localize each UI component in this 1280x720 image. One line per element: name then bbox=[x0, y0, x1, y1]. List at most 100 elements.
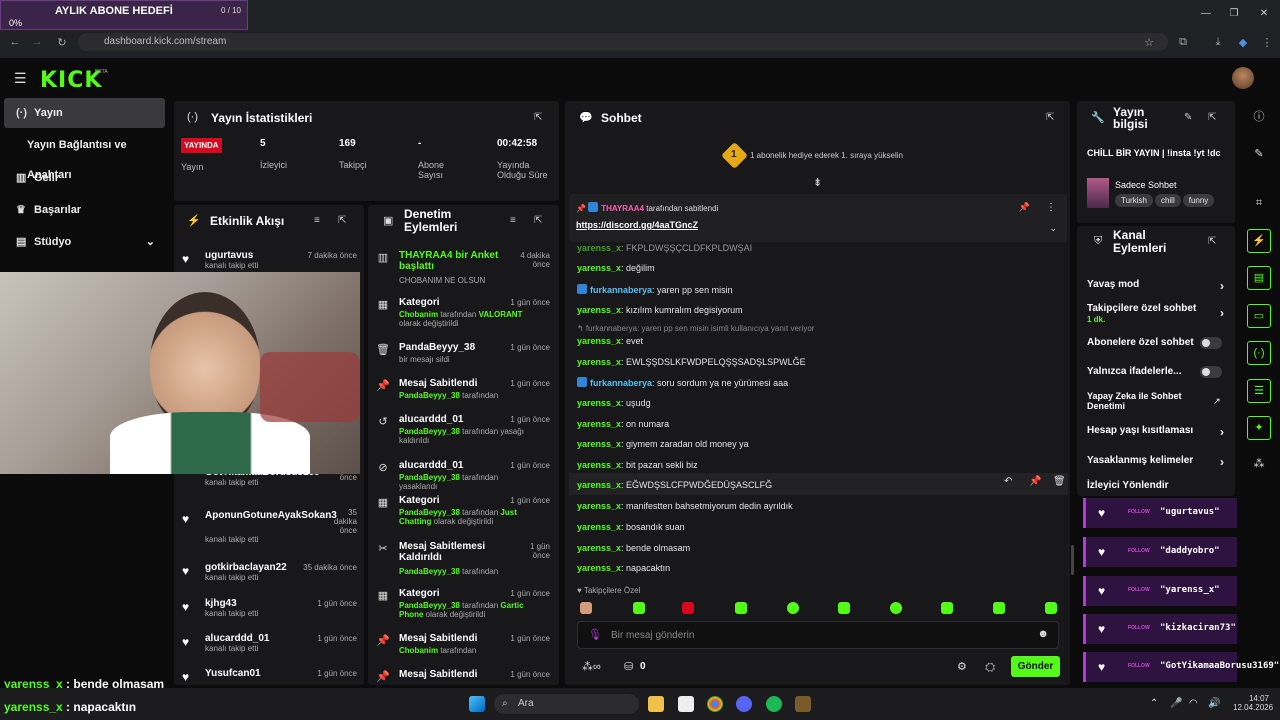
chevron-down-icon[interactable]: ⇟ bbox=[813, 176, 822, 189]
toggle-switch[interactable] bbox=[1200, 337, 1222, 349]
stream-category[interactable]: Sadece Sohbet bbox=[1115, 180, 1177, 190]
notepad-icon[interactable] bbox=[678, 696, 694, 712]
address-bar[interactable]: dashboard.kick.com/stream bbox=[78, 33, 1168, 51]
expand-icon[interactable]: ⇱ bbox=[534, 112, 542, 123]
chat-user[interactable]: yarenss_x bbox=[577, 305, 621, 315]
mod-item-title[interactable]: alucarddd_01 bbox=[399, 460, 509, 471]
mic-icon[interactable]: 🎙 bbox=[588, 628, 602, 641]
emoji-icon[interactable]: ☻ bbox=[1037, 628, 1049, 640]
mic-icon[interactable]: 🎤 bbox=[1170, 698, 1182, 709]
chat-user[interactable]: yarenss_x bbox=[577, 439, 621, 449]
discord-icon[interactable] bbox=[736, 696, 752, 712]
broadcast-icon[interactable]: (·) bbox=[1247, 341, 1271, 365]
screenshot-icon[interactable]: ⌗ bbox=[1247, 192, 1271, 216]
points-icon[interactable]: ⛁ bbox=[624, 660, 633, 673]
chrome-icon[interactable] bbox=[707, 696, 723, 712]
chat-user[interactable]: yarenss_x bbox=[577, 263, 621, 273]
mod-actor[interactable]: PandaBeyyy_38 bbox=[399, 601, 460, 610]
back-icon[interactable]: ← bbox=[8, 36, 22, 48]
action-emote-only[interactable]: Yalnızca ifadelerle... bbox=[1087, 366, 1232, 378]
extensions-icon[interactable]: ⧉ bbox=[1176, 36, 1190, 49]
sidebar-item-gelir[interactable]: ▥ Gelir bbox=[4, 163, 165, 193]
chat-user[interactable]: furkannaberya bbox=[590, 285, 652, 295]
send-button[interactable]: Gönder bbox=[1011, 656, 1060, 677]
toggle-switch[interactable] bbox=[1200, 366, 1222, 378]
forward-icon[interactable]: → bbox=[30, 36, 44, 48]
chat-user[interactable]: yarenss_x bbox=[577, 563, 621, 573]
emote-icon[interactable] bbox=[838, 602, 850, 614]
pin-icon[interactable]: 📌 bbox=[1029, 476, 1041, 487]
users-icon[interactable]: ⁂∞ bbox=[582, 660, 601, 673]
emote-icon[interactable] bbox=[787, 602, 799, 614]
bot-icon[interactable]: ⛭ bbox=[985, 659, 995, 675]
maximize-icon[interactable]: ❐ bbox=[1224, 8, 1244, 20]
expand-icon[interactable]: ⇱ bbox=[1046, 112, 1054, 123]
sidebar-item-studyo[interactable]: ▤ Stüdyo ⌄ bbox=[4, 227, 165, 257]
expand-icon[interactable]: ⇱ bbox=[1208, 112, 1216, 123]
unpin-icon[interactable]: 📌 bbox=[1019, 202, 1030, 213]
info-icon[interactable]: ⓘ bbox=[1247, 106, 1271, 130]
sidebar-item-stream-key[interactable]: Yayın Bağlantısı ve Anahtarı bbox=[4, 130, 165, 181]
file-explorer-icon[interactable] bbox=[648, 696, 664, 712]
edit-icon[interactable]: ✎ bbox=[1184, 112, 1192, 123]
expand-icon[interactable]: ⇱ bbox=[338, 215, 346, 226]
minecraft-icon[interactable] bbox=[795, 696, 811, 712]
tag[interactable]: Turkish bbox=[1115, 194, 1153, 207]
clock[interactable]: 14:07 12.04.2026 bbox=[1233, 694, 1273, 712]
sidebar-item-yayin[interactable]: (·) Yayın bbox=[4, 98, 165, 128]
chat-user[interactable]: yarenss_x bbox=[577, 543, 621, 553]
action-account-age[interactable]: Hesap yaşı kısıtlaması › bbox=[1087, 425, 1232, 439]
expand-icon[interactable]: ⇱ bbox=[534, 215, 542, 226]
gift-banner[interactable]: 1 abonelik hediye ederek 1. sıraya yükse… bbox=[750, 151, 903, 160]
pinned-by-user[interactable]: THAYRAA4 bbox=[601, 204, 644, 213]
chat-user[interactable]: yarenss_x bbox=[577, 398, 621, 408]
trash-icon[interactable]: 🗑 bbox=[1053, 476, 1066, 487]
mod-actor[interactable]: PandaBeyyy_38 bbox=[399, 391, 460, 400]
close-window-icon[interactable]: ✕ bbox=[1254, 8, 1274, 20]
emote-icon[interactable] bbox=[890, 602, 902, 614]
mod-actor[interactable]: PandaBeyyy_38 bbox=[399, 473, 460, 482]
chat-user[interactable]: yarenss_x bbox=[577, 419, 621, 429]
pinned-link[interactable]: https://discord.gg/4aaTGncZ bbox=[576, 220, 698, 230]
filter-icon[interactable]: ≡ bbox=[510, 215, 516, 226]
tag[interactable]: chill bbox=[1154, 194, 1181, 207]
action-followers-only[interactable]: Takipçilere özel sohbet 1 dk. › bbox=[1087, 303, 1232, 325]
kick-logo[interactable]: KICK bbox=[40, 68, 102, 93]
taskbar-search[interactable]: ⌕ Ara bbox=[494, 694, 639, 714]
users-icon[interactable]: ⁂ bbox=[1247, 453, 1271, 477]
action-subs-only[interactable]: Abonelere özel sohbet bbox=[1087, 337, 1232, 349]
mod-actor[interactable]: Chobanim bbox=[399, 310, 438, 319]
external-link-icon[interactable]: ↗ bbox=[1213, 396, 1221, 407]
mod-actor[interactable]: Chobanim bbox=[399, 646, 438, 655]
mod-actor[interactable]: PandaBeyyy_38 bbox=[399, 567, 460, 576]
chat-user[interactable]: furkannaberya bbox=[590, 378, 652, 388]
bolt-icon[interactable]: ⚡ bbox=[1247, 229, 1271, 253]
menu-icon[interactable]: ☰ bbox=[14, 70, 27, 87]
windows-start-icon[interactable] bbox=[469, 696, 485, 712]
mod-item-title[interactable]: alucarddd_01 bbox=[399, 414, 509, 425]
emote-icon[interactable] bbox=[735, 602, 747, 614]
spotify-icon[interactable] bbox=[766, 696, 782, 712]
minimize-icon[interactable]: — bbox=[1196, 8, 1216, 20]
chat-icon[interactable]: ▭ bbox=[1247, 304, 1271, 328]
reply-icon[interactable]: ↶ bbox=[1004, 476, 1012, 487]
chat-user[interactable]: yarenss_x bbox=[577, 501, 621, 511]
download-icon[interactable]: ⤓ bbox=[1211, 36, 1225, 49]
wifi-icon[interactable]: ◠ bbox=[1189, 698, 1198, 709]
action-raid[interactable]: İzleyici Yönlendir bbox=[1087, 480, 1232, 491]
action-ai-moderation[interactable]: Yapay Zeka ile Sohbet Denetimi bbox=[1087, 391, 1197, 411]
emote-icon[interactable] bbox=[633, 602, 645, 614]
emote-icon[interactable] bbox=[1045, 602, 1057, 614]
chat-input[interactable]: 🎙 Bir mesaj gönderin ☻ bbox=[577, 621, 1059, 649]
chevron-down-icon[interactable]: ⌄ bbox=[1049, 223, 1057, 234]
edit-icon[interactable]: ✎ bbox=[1247, 143, 1271, 167]
mod-icon[interactable]: ▤ bbox=[1247, 266, 1271, 290]
action-slow-mode[interactable]: Yavaş mod › bbox=[1087, 279, 1232, 293]
chat-scrollbar[interactable] bbox=[1071, 545, 1074, 575]
mod-actor[interactable]: PandaBeyyy_38 bbox=[399, 508, 460, 517]
chat-user[interactable]: yarenss_x bbox=[577, 336, 621, 346]
reload-icon[interactable]: ↻ bbox=[55, 36, 69, 49]
mod-actor[interactable]: PandaBeyyy_38 bbox=[399, 427, 460, 436]
chat-user[interactable]: yarenss_x bbox=[577, 243, 621, 253]
wrench-icon[interactable]: ✦ bbox=[1247, 416, 1271, 440]
